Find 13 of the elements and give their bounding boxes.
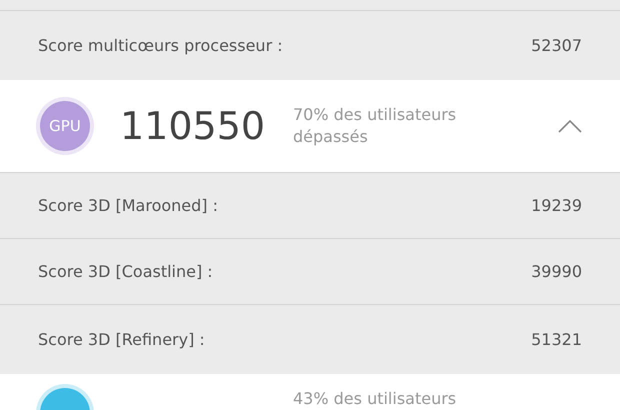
score-label: Score 3D [Marooned] : xyxy=(38,196,218,215)
score-value: 52307 xyxy=(531,36,582,55)
percentile-text: 43% des utilisateurs xyxy=(293,388,458,410)
score-label: Score 3D [Coastline] : xyxy=(38,262,213,281)
gpu-badge: GPU xyxy=(40,101,90,151)
total-score: 110550 xyxy=(120,104,263,148)
score-label: Score 3D [Refinery] : xyxy=(38,330,205,349)
score-value: 51321 xyxy=(531,330,582,349)
score-label: Score multicœurs processeur : xyxy=(38,36,283,55)
collapse-chevron-icon[interactable] xyxy=(558,119,582,133)
percentile-text: 70% des utilisateurs dépassés xyxy=(293,104,458,148)
score-value: 19239 xyxy=(531,196,582,215)
score-value: 39990 xyxy=(531,262,582,281)
